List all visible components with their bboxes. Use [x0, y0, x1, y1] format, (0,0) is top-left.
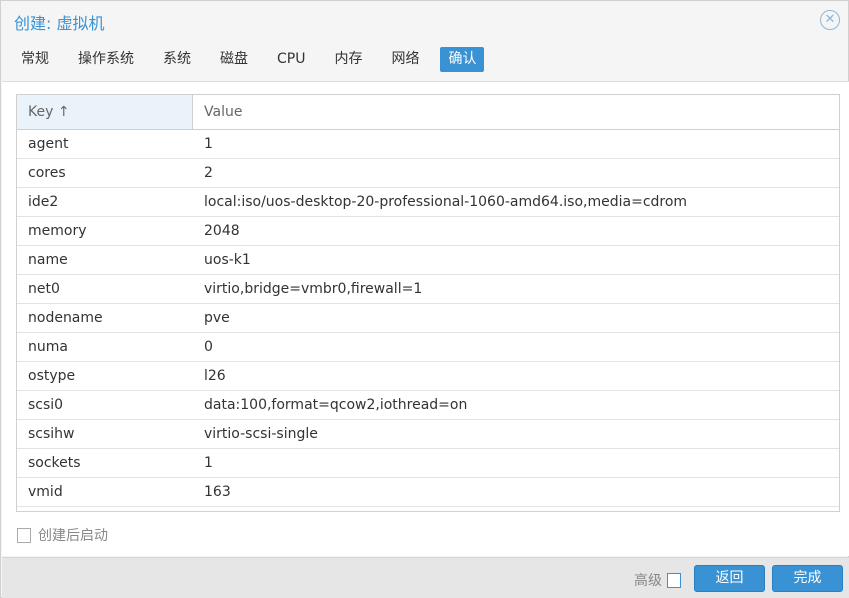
advanced-label: 高级 [634, 573, 662, 589]
start-after-create[interactable]: 创建后启动 [17, 525, 108, 545]
finish-button[interactable]: 完成 [772, 565, 843, 592]
row-key: scsi0 [28, 397, 64, 413]
start-after-create-checkbox[interactable] [17, 527, 31, 543]
start-after-create-label: 创建后启动 [38, 528, 108, 544]
row-value: 1 [204, 455, 213, 471]
tab-4[interactable]: CPU [269, 47, 313, 72]
table-row[interactable]: ostype l26 [17, 362, 839, 391]
row-value: 163 [204, 484, 231, 500]
advanced-checkbox[interactable] [667, 572, 681, 588]
table-row[interactable]: ide2 local:iso/uos-desktop-20-professiona… [17, 188, 839, 217]
table-row[interactable]: vmid 163 [17, 478, 839, 507]
create-vm-dialog: 创建: 虚拟机 ✕ 常规 操作系统 系统 磁盘 CPU 内存 网络 确认 Key ↑ Valu… [0, 0, 849, 598]
row-key: sockets [28, 455, 81, 471]
row-value: virtio-scsi-single [204, 426, 318, 442]
table-row[interactable]: scsihw virtio-scsi-single [17, 420, 839, 449]
grid-header: Key ↑ Value [17, 95, 839, 130]
tab-2[interactable]: 系统 [155, 47, 199, 72]
row-value: 2048 [204, 223, 240, 239]
tab-6[interactable]: 网络 [383, 47, 427, 72]
row-key: memory [28, 223, 87, 239]
tab-0[interactable]: 常规 [13, 47, 57, 72]
table-row[interactable]: agent 1 [17, 130, 839, 159]
row-value: pve [204, 310, 230, 326]
advanced-toggle[interactable]: 高级 [634, 570, 688, 590]
row-key: vmid [28, 484, 63, 500]
row-value: l26 [204, 368, 226, 384]
row-key: numa [28, 339, 68, 355]
table-row[interactable]: cores 2 [17, 159, 839, 188]
column-header-value[interactable]: Value [193, 95, 253, 129]
table-row[interactable]: name uos-k1 [17, 246, 839, 275]
row-value: local:iso/uos-desktop-20-professional-10… [204, 194, 688, 210]
row-key: cores [28, 165, 66, 181]
row-value: 0 [204, 339, 213, 355]
tab-3[interactable]: 磁盘 [212, 47, 256, 72]
tab-5[interactable]: 内存 [326, 47, 370, 72]
summary-grid: Key ↑ Value agent 1 cores 2 ide2 local:iso/uo… [16, 94, 840, 512]
table-row[interactable]: numa 0 [17, 333, 839, 362]
table-row[interactable]: scsi0 data:100,format=qcow2,iothread=on [17, 391, 839, 420]
row-key: agent [28, 136, 69, 152]
column-header-key[interactable]: Key ↑ [17, 95, 193, 129]
row-value: virtio,bridge=vmbr0,firewall=1 [204, 281, 423, 297]
dialog-title: 创建: 虚拟机 [14, 14, 105, 33]
row-value: 2 [204, 165, 213, 181]
tab-1[interactable]: 操作系统 [70, 47, 142, 72]
row-key: ide2 [28, 194, 59, 210]
row-key: name [28, 252, 68, 268]
row-value: uos-k1 [204, 252, 251, 268]
row-value: 1 [204, 136, 213, 152]
wizard-tabs: 常规 操作系统 系统 磁盘 CPU 内存 网络 确认 [13, 47, 497, 72]
row-key: ostype [28, 368, 76, 384]
close-icon[interactable]: ✕ [820, 10, 840, 30]
tab-7[interactable]: 确认 [440, 47, 485, 72]
confirm-panel: Key ↑ Value agent 1 cores 2 ide2 local:iso/uo… [2, 81, 849, 556]
row-key: scsihw [28, 426, 75, 442]
table-row[interactable]: net0 virtio,bridge=vmbr0,firewall=1 [17, 275, 839, 304]
table-row[interactable]: nodename pve [17, 304, 839, 333]
dialog-footer: 高级 返回 完成 [2, 557, 849, 598]
table-row[interactable]: sockets 1 [17, 449, 839, 478]
row-key: net0 [28, 281, 60, 297]
table-row[interactable]: memory 2048 [17, 217, 839, 246]
row-value: data:100,format=qcow2,iothread=on [204, 397, 468, 413]
row-key: nodename [28, 310, 103, 326]
back-button[interactable]: 返回 [694, 565, 765, 592]
